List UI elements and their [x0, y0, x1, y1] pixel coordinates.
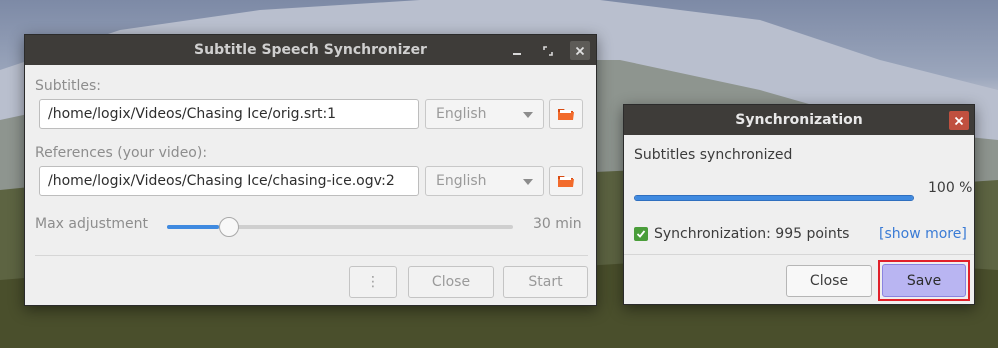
references-label: References (your video): — [35, 145, 208, 161]
divider — [624, 254, 974, 255]
subtitles-path-input[interactable]: /home/logix/Videos/Chasing Ice/orig.srt:… — [39, 99, 419, 129]
references-path-input[interactable]: /home/logix/Videos/Chasing Ice/chasing-i… — [39, 166, 419, 196]
close-icon[interactable] — [570, 41, 590, 60]
result-row: Synchronization: 995 points — [634, 226, 849, 242]
progress-bar — [634, 195, 914, 201]
chevron-down-icon — [523, 112, 533, 118]
maximize-icon[interactable] — [538, 41, 558, 60]
subtitles-browse-button[interactable] — [549, 99, 583, 129]
progress-fill — [635, 196, 913, 200]
subtitles-label: Subtitles: — [35, 78, 102, 94]
menu-button[interactable]: ⋮ — [349, 266, 397, 298]
main-window-titlebar[interactable]: Subtitle Speech Synchronizer — [25, 35, 596, 65]
start-button[interactable]: Start — [503, 266, 588, 298]
progress-label: 100 % — [928, 180, 973, 196]
checkbox-checked-icon[interactable] — [634, 227, 648, 241]
divider — [35, 255, 588, 256]
sync-dialog-titlebar[interactable]: Synchronization — [624, 105, 974, 135]
subtitles-language-select[interactable]: English — [425, 99, 544, 129]
subtitles-language-value: English — [436, 106, 487, 122]
main-window: Subtitle Speech Synchronizer Subtitles: … — [24, 34, 597, 306]
save-button[interactable]: Save — [882, 264, 966, 297]
sync-result-text: Synchronization: 995 points — [654, 226, 850, 242]
close-button[interactable]: Close — [786, 265, 872, 297]
slider-handle[interactable] — [218, 217, 239, 237]
folder-open-icon — [558, 109, 574, 120]
sync-dialog: Synchronization Subtitles synchronized 1… — [623, 104, 975, 305]
sync-status-text: Subtitles synchronized — [634, 147, 793, 163]
slider-fill — [167, 225, 219, 229]
references-language-select[interactable]: English — [425, 166, 544, 196]
dialog-title: Synchronization — [735, 112, 863, 128]
folder-open-icon — [558, 176, 574, 187]
references-language-value: English — [436, 173, 487, 189]
close-icon[interactable] — [949, 111, 969, 130]
chevron-down-icon — [523, 179, 533, 185]
minimize-icon[interactable] — [507, 41, 527, 60]
max-adjustment-value: 30 min — [533, 216, 582, 232]
window-title: Subtitle Speech Synchronizer — [194, 42, 427, 58]
max-adjustment-slider[interactable] — [167, 217, 513, 237]
close-button[interactable]: Close — [408, 266, 494, 298]
show-more-link[interactable]: [show more] — [879, 226, 967, 242]
references-browse-button[interactable] — [549, 166, 583, 196]
max-adjustment-label: Max adjustment — [35, 216, 149, 232]
